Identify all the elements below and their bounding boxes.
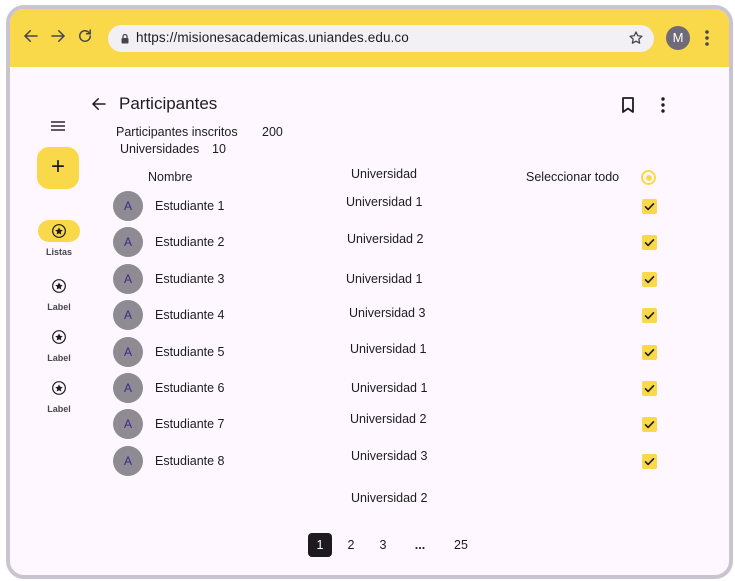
participant-name: Estudiante 2 [155,235,225,249]
select-all-label: Seleccionar todo [526,170,620,184]
avatar: A [113,300,143,330]
add-fab-button[interactable]: + [37,147,79,189]
participants-label: Participantes inscritos [116,125,238,139]
participants-count: 200 [262,125,283,139]
app-frame: https://misionesacademicas.uniandes.edu.… [6,5,733,579]
column-header-name: Nombre [148,170,193,184]
university-cell: Universidad 3 [351,449,428,463]
page-button-3[interactable]: 3 [371,533,395,557]
row-checkbox[interactable] [642,454,657,469]
university-cell: Universidad 3 [349,306,426,320]
university-cell: Universidad 1 [346,272,423,286]
participant-name: Estudiante 8 [155,454,225,468]
row-checkbox[interactable] [642,272,657,287]
lock-icon [119,32,131,44]
avatar: A [113,446,143,476]
address-bar[interactable]: https://misionesacademicas.uniandes.edu.… [108,25,654,52]
row-checkbox[interactable] [642,235,657,250]
plus-icon: + [50,153,65,180]
page-button-2[interactable]: 2 [339,533,363,557]
avatar: A [113,264,143,294]
bookmark-icon[interactable] [620,96,636,114]
page-button-25[interactable]: 25 [449,533,473,557]
university-cell: Universidad 1 [351,381,428,395]
avatar: A [113,337,143,367]
more-vert-icon[interactable] [660,96,666,114]
url-text: https://misionesacademicas.uniandes.edu.… [136,30,409,45]
pagination-ellipsis: ... [414,538,426,552]
participant-name: Estudiante 5 [155,345,225,359]
browser-toolbar: https://misionesacademicas.uniandes.edu.… [10,9,729,67]
column-header-university: Universidad [351,167,418,181]
profile-avatar[interactable]: M [666,26,690,50]
avatar: A [113,191,143,221]
university-cell: Universidad 1 [346,195,423,209]
avatar: A [113,227,143,257]
browser-menu-icon[interactable] [704,28,710,48]
page-button-1[interactable]: 1 [308,533,332,557]
university-cell-extra: Universidad 2 [351,491,428,505]
row-checkbox[interactable] [642,381,657,396]
participant-name: Estudiante 1 [155,199,225,213]
universities-label: Universidades [120,142,200,156]
bookmark-star-icon[interactable] [628,30,644,46]
row-checkbox[interactable] [642,308,657,323]
participant-name: Estudiante 3 [155,272,225,286]
back-arrow-icon[interactable] [22,27,40,45]
avatar: A [113,373,143,403]
page-title: Participantes [119,94,218,113]
select-all-radio[interactable] [641,170,656,185]
participant-name: Estudiante 4 [155,308,225,322]
reload-icon[interactable] [76,27,94,45]
row-checkbox[interactable] [642,199,657,214]
university-cell: Universidad 2 [347,232,424,246]
universities-count: 10 [212,142,226,156]
forward-arrow-icon[interactable] [49,27,67,45]
row-checkbox[interactable] [642,417,657,432]
back-arrow-icon[interactable] [90,95,108,113]
university-cell: Universidad 2 [350,412,427,426]
university-cell: Universidad 1 [350,342,427,356]
participant-name: Estudiante 6 [155,381,225,395]
avatar: A [113,409,143,439]
hamburger-menu-icon[interactable] [48,116,68,136]
participant-name: Estudiante 7 [155,417,225,431]
row-checkbox[interactable] [642,345,657,360]
